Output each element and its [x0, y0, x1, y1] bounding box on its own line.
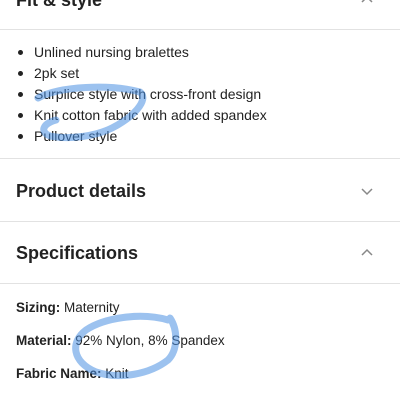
fit-style-list: Unlined nursing bralettes 2pk set Surpli…	[16, 42, 267, 147]
chevron-up-icon[interactable]	[360, 0, 374, 7]
fit-style-header[interactable]: Fit & style	[0, 0, 400, 12]
fit-style-title: Fit & style	[16, 0, 102, 11]
product-info-page: Fit & style Unlined nursing bralettes 2p…	[0, 0, 400, 400]
spec-row-sizing: Sizing: Maternity	[16, 300, 120, 315]
list-item: Unlined nursing bralettes	[16, 42, 267, 63]
spec-label: Fabric Name:	[16, 366, 102, 381]
specifications-header[interactable]: Specifications	[0, 233, 400, 273]
list-item: 2pk set	[16, 63, 267, 84]
divider	[0, 283, 400, 284]
product-details-header[interactable]: Product details	[0, 171, 400, 211]
chevron-down-icon[interactable]	[360, 184, 374, 198]
list-item: Knit cotton fabric with added spandex	[16, 105, 267, 126]
product-details-title: Product details	[16, 180, 147, 201]
divider	[0, 221, 400, 222]
spec-label: Material:	[16, 333, 72, 348]
list-item: Pullover style	[16, 126, 267, 147]
spec-row-fabric-name: Fabric Name: Knit	[16, 366, 129, 381]
divider	[0, 158, 400, 159]
spec-row-material: Material: 92% Nylon, 8% Spandex	[16, 333, 225, 348]
spec-label: Sizing:	[16, 300, 61, 315]
spec-value: Maternity	[60, 300, 120, 315]
specifications-title: Specifications	[16, 242, 139, 263]
spec-value: Knit	[101, 366, 129, 381]
divider	[0, 29, 400, 30]
chevron-up-icon[interactable]	[360, 246, 374, 260]
spec-value: 92% Nylon, 8% Spandex	[71, 333, 225, 348]
list-item: Surplice style with cross-front design	[16, 84, 267, 105]
